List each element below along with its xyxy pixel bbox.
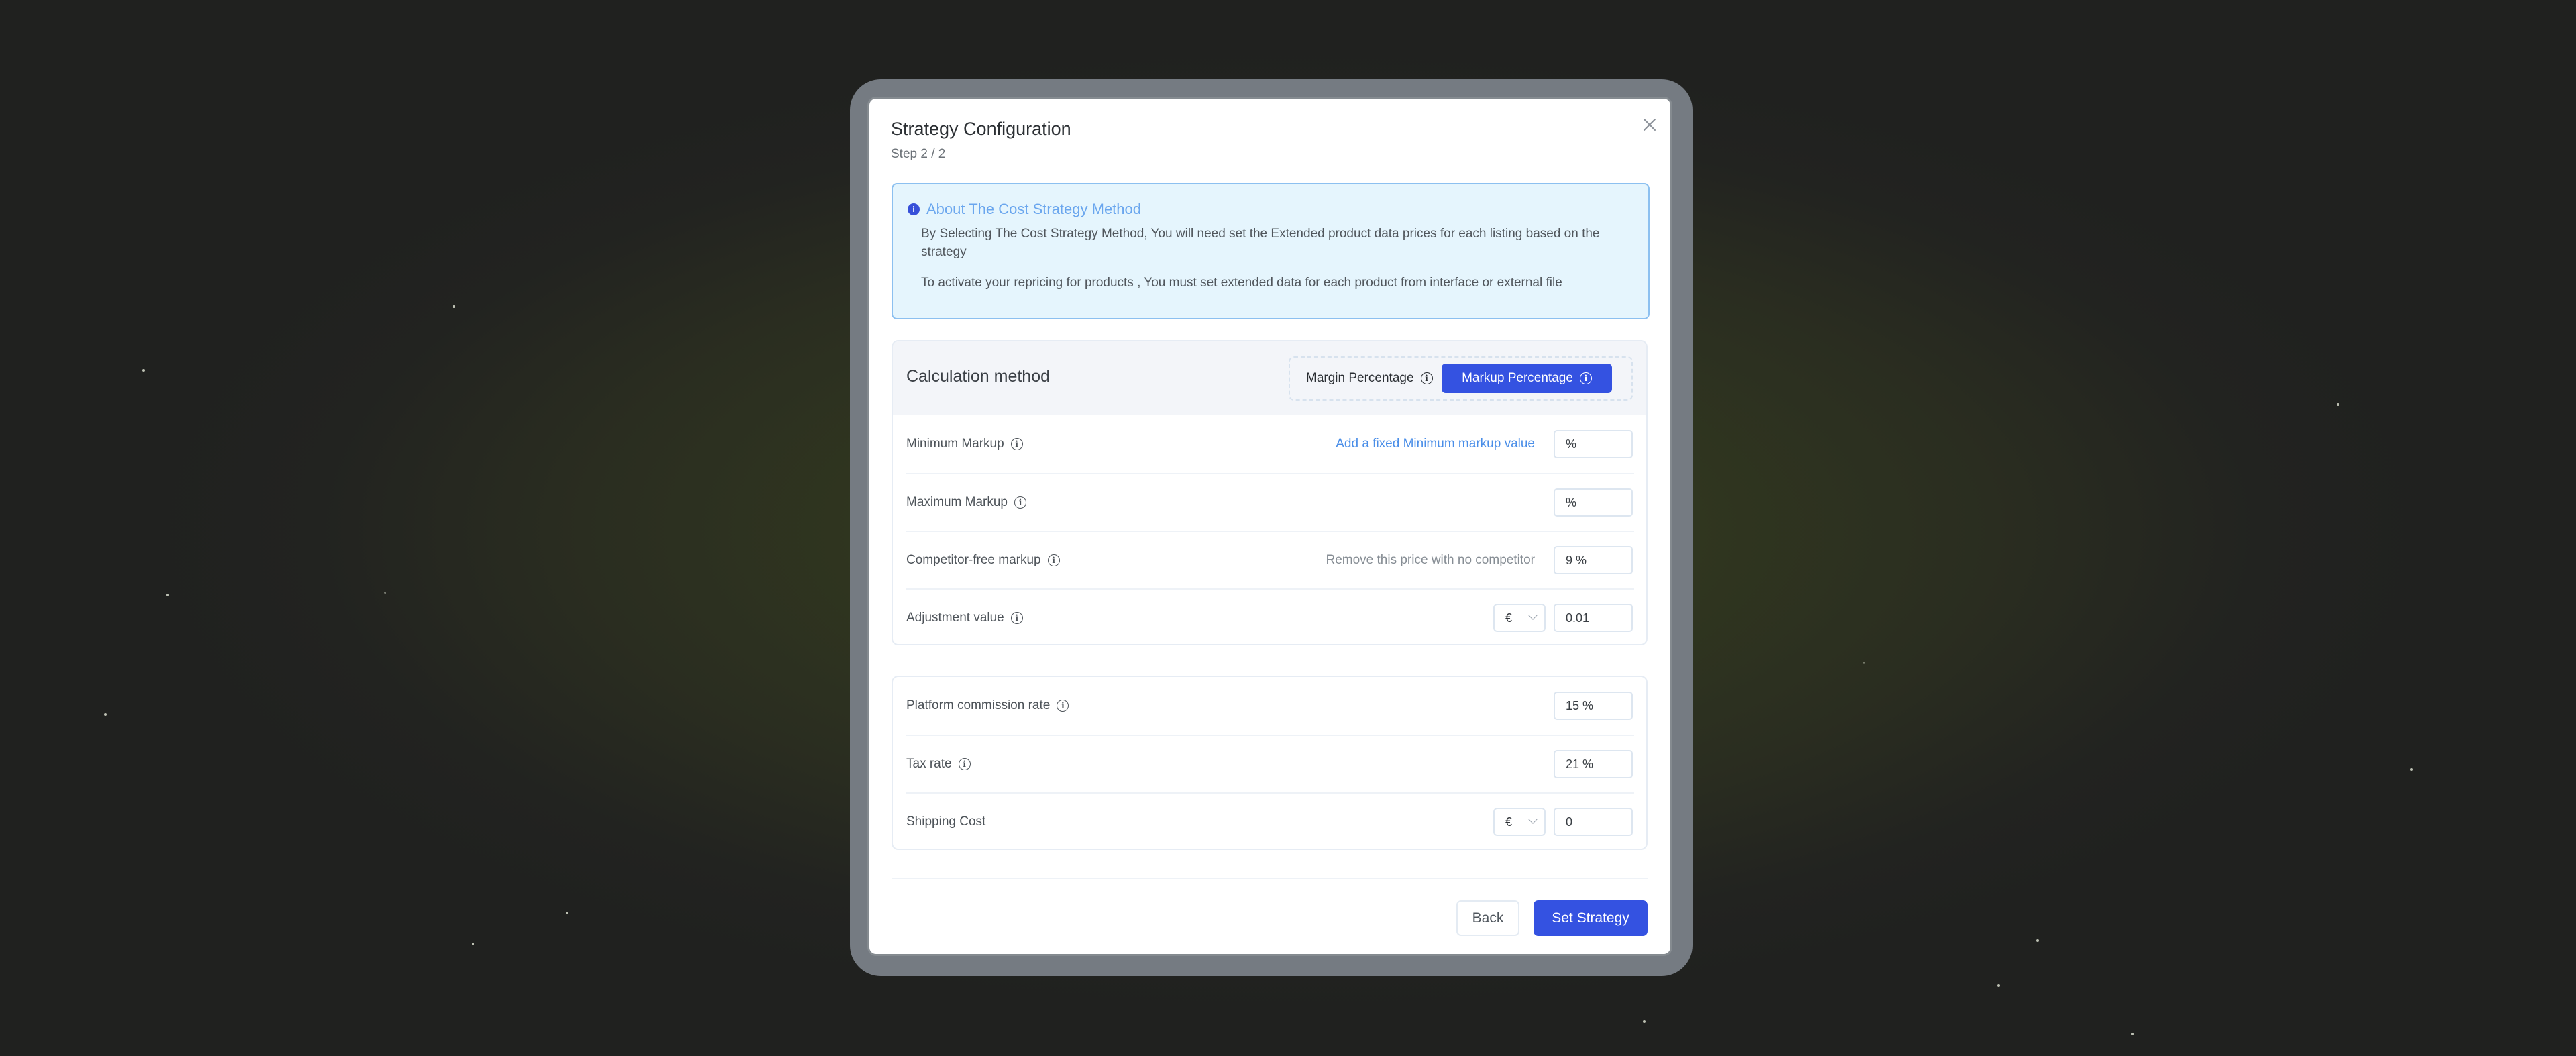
platform-commission-row: Platform commission rate i [906,677,1634,735]
markup-percentage-label: Markup Percentage [1462,371,1573,385]
strategy-configuration-modal: Strategy Configuration Step 2 / 2 i Abou… [869,99,1670,954]
maximum-markup-label: Maximum Markup i [906,495,1026,510]
row-label-text: Platform commission rate [906,698,1051,712]
close-button[interactable] [1638,113,1661,136]
background-star [142,369,145,372]
info-icon[interactable]: i [1579,372,1592,384]
maximum-markup-input[interactable] [1554,488,1633,517]
info-icon[interactable]: i [958,758,971,770]
info-filled-icon: i [908,203,920,215]
info-icon[interactable]: i [1014,496,1026,509]
background-star [1997,984,2000,987]
platform-commission-input[interactable] [1554,692,1633,720]
background-star [166,594,169,596]
shipping-cost-input[interactable] [1554,808,1633,836]
info-alert-title: About The Cost Strategy Method [926,201,1141,217]
row-label-text: Adjustment value [906,611,1004,625]
close-icon [1644,119,1656,131]
shipping-cost-label: Shipping Cost [906,814,985,829]
row-label-text: Tax rate [906,757,952,771]
info-alert-text: By Selecting The Cost Strategy Method, Y… [921,227,1600,259]
remove-price-no-competitor-link[interactable]: Remove this price with no competitor [1326,553,1535,568]
step-indicator: Step 2 / 2 [891,147,946,161]
adjustment-value-label: Adjustment value i [906,611,1023,625]
background-star [2036,939,2039,942]
info-alert: i About The Cost Strategy Method By Sele… [892,183,1650,319]
row-label-text: Shipping Cost [906,814,986,829]
background-star [104,713,107,716]
background-star [1863,662,1865,664]
shipping-cost-row: Shipping Cost € [906,793,1634,849]
minimum-markup-row: Minimum Markup i Add a fixed Minimum mar… [906,415,1634,473]
background-star [2410,768,2413,771]
shipping-currency-select[interactable]: € [1493,808,1546,836]
background-star [2131,1033,2134,1035]
competitor-free-markup-input[interactable] [1554,546,1633,574]
row-label-text: Competitor-free markup [906,553,1041,567]
costs-section: Platform commission rate i Tax rate i Sh… [892,676,1648,850]
calculation-method-section: Calculation method Margin Percentage i M… [892,340,1648,645]
info-icon[interactable]: i [1010,438,1023,450]
chevron-down-icon [1527,610,1538,620]
add-fixed-minimum-markup-link[interactable]: Add a fixed Minimum markup value [1336,437,1535,452]
background-star [566,912,568,914]
markup-percentage-option[interactable]: Markup Percentage i [1442,364,1612,393]
minimum-markup-input[interactable] [1554,430,1633,458]
margin-percentage-option[interactable]: Margin Percentage i [1294,364,1445,393]
currency-value: € [1505,611,1513,625]
margin-percentage-label: Margin Percentage [1306,371,1414,385]
minimum-markup-label: Minimum Markup i [906,437,1023,452]
background-star [453,305,455,308]
background-star [2337,403,2339,406]
info-icon[interactable]: i [1057,700,1069,712]
footer-divider [892,878,1648,879]
platform-commission-label: Platform commission rate i [906,698,1069,713]
currency-value: € [1505,814,1513,829]
info-icon[interactable]: i [1047,554,1060,566]
background-star [1643,1020,1646,1023]
adjustment-value-row: Adjustment value i € [906,589,1634,644]
info-alert-text: To activate your repricing for products … [921,276,1562,290]
competitor-free-markup-row: Competitor-free markup i Remove this pri… [906,531,1634,589]
row-label-text: Minimum Markup [906,437,1004,451]
calculation-method-header: Calculation method Margin Percentage i M… [893,341,1646,415]
calculation-method-title: Calculation method [906,367,1051,386]
info-icon[interactable]: i [1420,372,1433,384]
adjustment-currency-select[interactable]: € [1493,604,1546,632]
chevron-down-icon [1527,814,1538,824]
maximum-markup-row: Maximum Markup i [906,474,1634,531]
row-label-text: Maximum Markup [906,495,1008,509]
background-star [472,943,474,945]
tax-rate-input[interactable] [1554,750,1633,778]
info-icon[interactable]: i [1010,612,1023,624]
tax-rate-row: Tax rate i [906,735,1634,793]
background-star [384,592,386,594]
set-strategy-button[interactable]: Set Strategy [1534,900,1648,936]
competitor-free-markup-label: Competitor-free markup i [906,553,1060,568]
back-button[interactable]: Back [1456,900,1519,936]
calculation-method-toggle: Margin Percentage i Markup Percentage i [1289,356,1633,401]
adjustment-value-input[interactable] [1554,604,1633,632]
modal-title: Strategy Configuration [891,119,1071,139]
tax-rate-label: Tax rate i [906,757,971,772]
